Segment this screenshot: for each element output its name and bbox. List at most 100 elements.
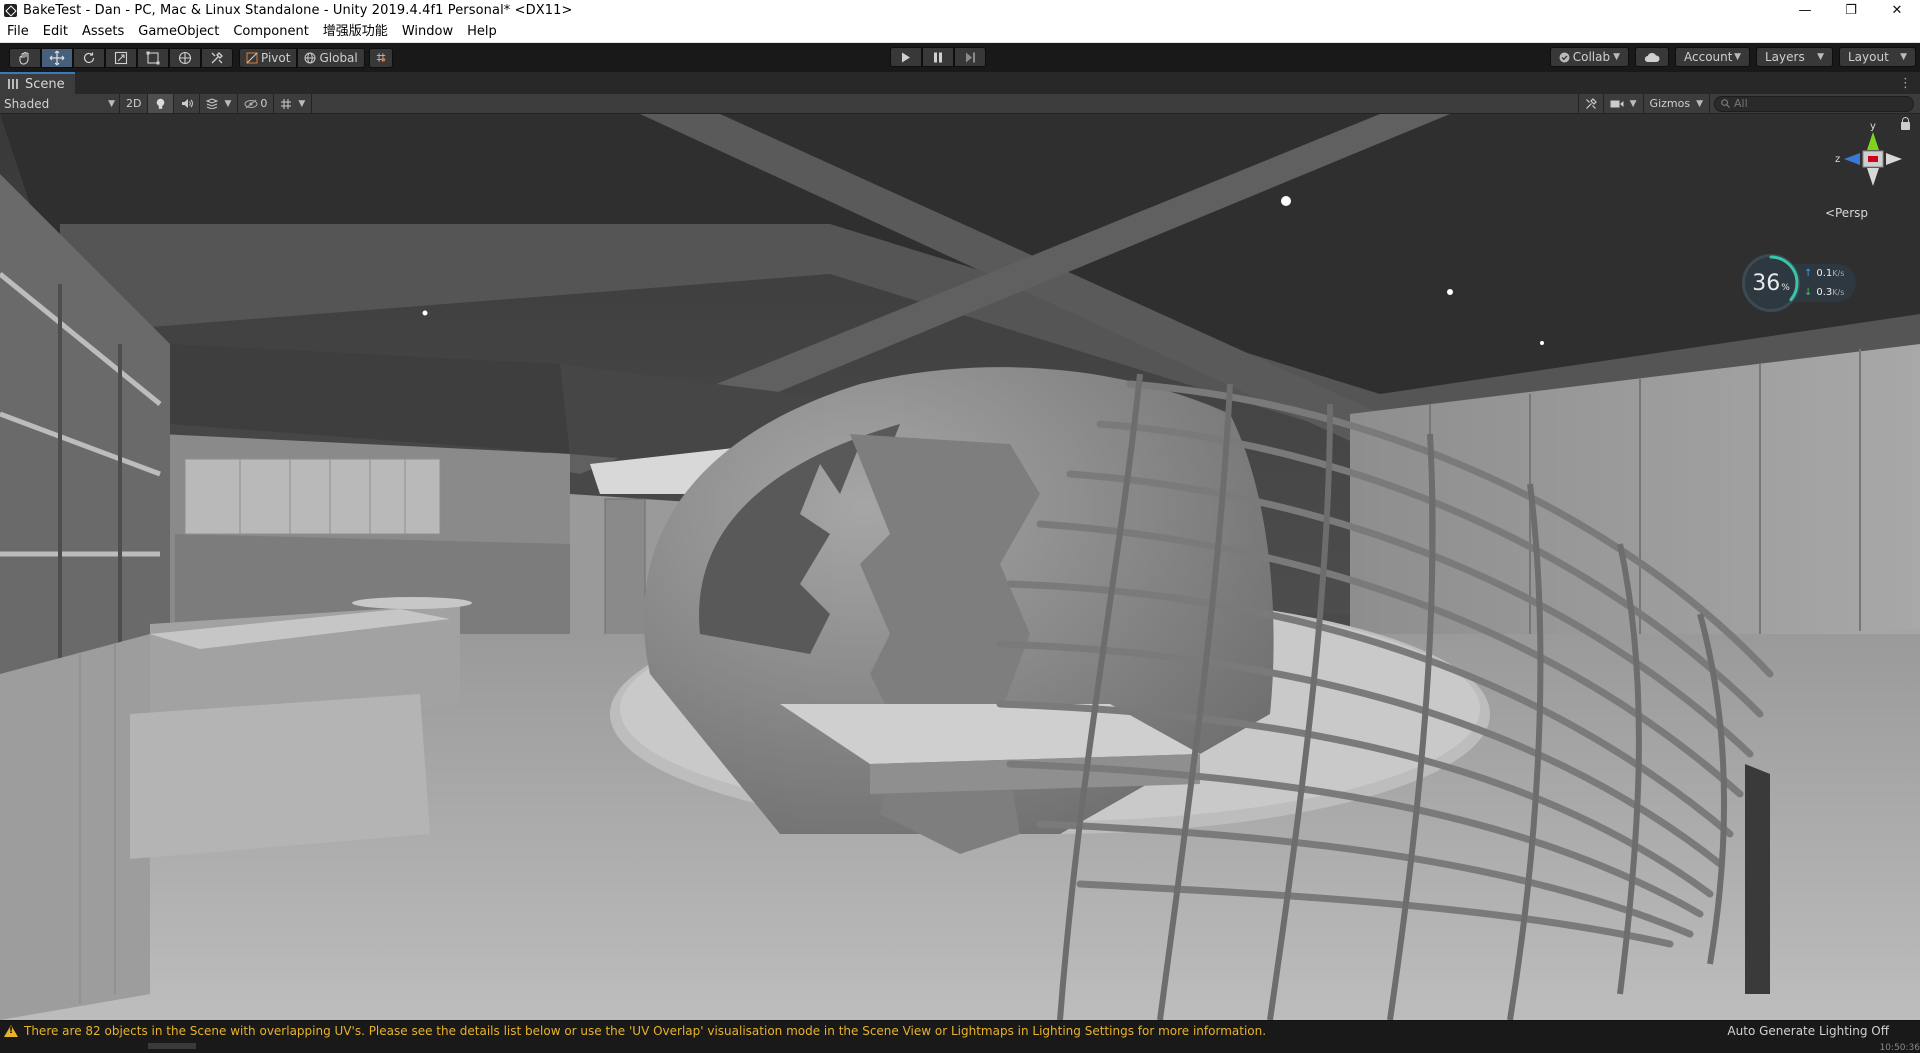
more-options-icon[interactable]: ⋮ [1899,76,1912,91]
speaker-icon [181,99,193,108]
menu-help[interactable]: Help [460,21,504,43]
collab-dropdown[interactable]: Collab ▼ [1549,47,1629,67]
globe-icon [304,52,316,63]
chevron-down-icon: ▼ [1696,98,1703,109]
tools-icon [1585,97,1597,109]
menu-file[interactable]: File [0,21,36,43]
account-dropdown[interactable]: Account ▼ [1675,47,1750,67]
collab-label: Collab [1572,50,1611,64]
effects-icon [206,98,219,109]
layers-dropdown[interactable]: Layers ▼ [1756,47,1833,67]
scene-tab-label: Scene [25,76,65,92]
neg-y-axis-cone[interactable] [1867,168,1879,186]
draw-mode-label: Shaded [4,96,50,111]
hand-tool-button[interactable] [9,47,41,68]
close-button[interactable]: ✕ [1874,0,1920,21]
tab-scene[interactable]: Scene [0,72,75,94]
cloud-icon [1644,52,1660,62]
custom-tool-icon [211,51,223,63]
warning-icon [4,1025,18,1037]
axis-y-label: y [1870,121,1876,132]
camera-dropdown[interactable]: ▼ [1604,94,1644,113]
menu-component[interactable]: Component [226,21,315,43]
restore-button[interactable]: ❐ [1828,0,1874,21]
check-circle-icon [1559,52,1570,62]
lighting-status[interactable]: Auto Generate Lighting Off [1727,1024,1889,1038]
scene-view-toolbar: Shaded ▼ 2D ▼ 0 ▼ ▼ Gizmos ▼ [0,94,1920,114]
status-progress-bar [148,1043,196,1049]
grid-snap-icon [376,53,385,62]
layers-label: Layers [1765,50,1805,64]
play-icon [902,52,910,62]
x-axis-stub [1868,156,1878,162]
scene-visibility-toggle[interactable]: 0 [238,94,275,113]
menu-gameobject[interactable]: GameObject [131,21,226,43]
transform-tools [9,47,233,68]
menu-edit[interactable]: Edit [36,21,75,43]
upload-arrow-icon: ↑ [1804,268,1813,279]
menu-assets[interactable]: Assets [75,21,131,43]
toggle-2d-button[interactable]: 2D [120,94,149,113]
neg-x-axis-cone[interactable] [1886,153,1902,165]
scene-grid-icon [8,79,18,89]
lightbulb-icon [157,98,165,109]
status-bar: There are 82 objects in the Scene with o… [0,1020,1920,1053]
custom-tool-button[interactable] [201,47,233,68]
transform-tool-button[interactable] [169,47,201,68]
chevron-down-icon: ▼ [224,98,232,109]
rect-icon [146,51,160,64]
chevron-down-icon: ▼ [1734,52,1741,62]
grid-dropdown[interactable]: ▼ [274,94,313,113]
scene-viewport[interactable]: y z <Persp ↑ 0.1K/s ↓ 0.3K/s 36% [0,114,1920,1020]
menu-enhanced[interactable]: 增强版功能 [316,21,395,43]
global-toggle[interactable]: Global [297,47,365,68]
projection-toggle[interactable]: <Persp [1825,206,1868,220]
scene-search [1714,95,1914,112]
menu-window[interactable]: Window [395,21,460,43]
tools-button[interactable] [1577,94,1604,113]
unity-logo-icon [4,4,17,17]
effects-dropdown[interactable]: ▼ [200,94,239,113]
right-toolbar: Collab ▼ Account ▼ Layers ▼ Layout ▼ [1549,47,1920,67]
window-title: BakeTest - Dan - PC, Mac & Linux Standal… [23,3,573,18]
pivot-label: Pivot [261,50,291,65]
console-message[interactable]: There are 82 objects in the Scene with o… [4,1021,1266,1041]
z-axis-cone[interactable] [1844,153,1860,165]
lighting-toggle[interactable] [148,94,175,113]
window-controls: — ❐ ✕ [1782,0,1920,21]
pivot-toggle[interactable]: Pivot [239,47,298,68]
layout-dropdown[interactable]: Layout ▼ [1839,47,1916,67]
step-icon [965,52,975,62]
scene-tab-bar: Scene ⋮ [0,72,1920,94]
cpu-usage-arc [1743,255,1799,311]
scale-tool-button[interactable] [105,47,137,68]
handle-mode-group: Pivot Global [239,47,393,68]
axis-z-label: z [1835,154,1840,165]
chevron-down-icon: ▼ [108,98,115,109]
cloud-button[interactable] [1635,47,1669,67]
orientation-gizmo[interactable]: y z [1800,120,1910,240]
draw-mode-dropdown[interactable]: Shaded ▼ [0,94,120,113]
main-toolbar: Pivot Global Collab ▼ Account ▼ Layers ▼… [0,43,1920,72]
minimize-button[interactable]: — [1782,0,1828,21]
play-button[interactable] [890,47,922,67]
y-axis-cone[interactable] [1867,132,1879,150]
audio-toggle[interactable] [174,94,201,113]
scene-search-input[interactable] [1734,97,1904,110]
step-button[interactable] [954,47,986,67]
chevron-down-icon: ▼ [1613,52,1620,62]
rotate-tool-button[interactable] [73,47,105,68]
rect-tool-button[interactable] [137,47,169,68]
lock-icon[interactable] [1901,117,1910,130]
grid-snap-button[interactable] [368,47,393,68]
move-tool-button[interactable] [41,47,73,68]
pause-button[interactable] [922,47,954,67]
chevron-down-icon: ▼ [298,98,306,109]
upload-value: 0.1 [1816,268,1833,279]
download-value: 0.3 [1816,287,1833,298]
rotate-icon [83,52,95,63]
clock: 10:50:36 [1879,1043,1920,1053]
gizmos-dropdown[interactable]: Gizmos ▼ [1644,94,1710,113]
chevron-down-icon: ▼ [1629,98,1637,109]
pause-icon [934,52,942,62]
